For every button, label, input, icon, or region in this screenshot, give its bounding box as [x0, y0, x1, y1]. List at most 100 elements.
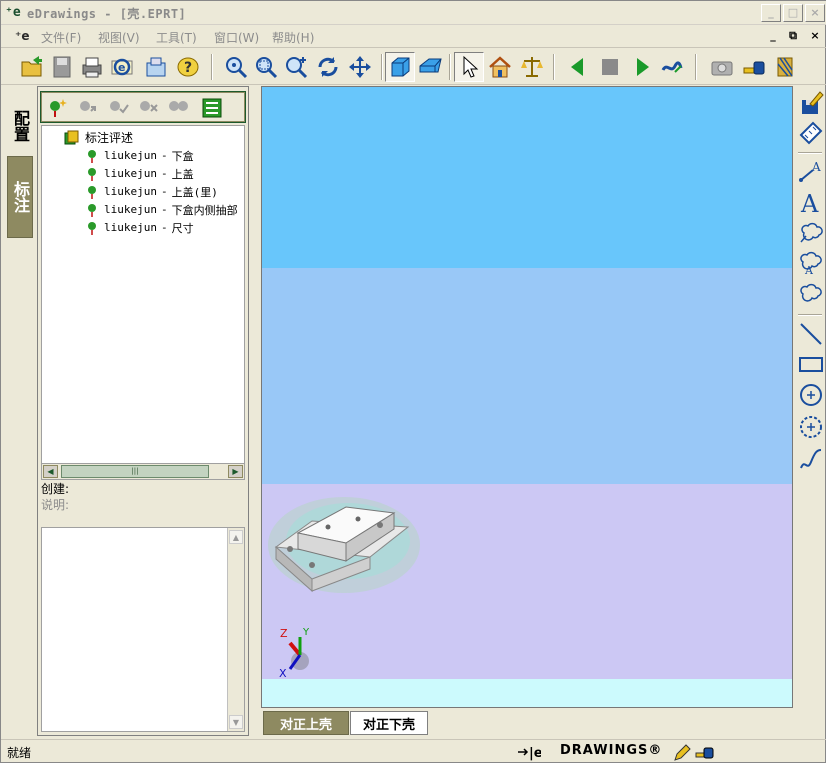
perspective-button[interactable] — [415, 52, 445, 82]
rectangle-icon — [799, 357, 823, 372]
tab-config[interactable]: 配置 — [7, 100, 33, 152]
markup-list-button[interactable] — [200, 96, 224, 120]
leader-note-button[interactable]: A — [796, 156, 826, 186]
zoom-to-area-button[interactable] — [251, 52, 281, 82]
measure-button[interactable] — [517, 52, 547, 82]
home-button[interactable] — [485, 52, 515, 82]
save-markup-button[interactable] — [796, 88, 826, 118]
reply-icon — [80, 101, 96, 112]
mdi-close-button[interactable]: × — [807, 29, 823, 44]
markup-filter-icon — [169, 101, 188, 111]
tree-item-text: 下盒 — [171, 149, 194, 163]
svg-text:e: e — [118, 61, 125, 74]
triangle-left-icon — [571, 58, 583, 76]
cloud-text-icon: A — [800, 251, 822, 275]
close-button[interactable]: × — [805, 4, 825, 22]
tree-root[interactable]: 标注评述 — [64, 129, 133, 146]
print-button[interactable] — [77, 52, 107, 82]
cloud-button[interactable] — [796, 277, 826, 307]
reject-markup-button[interactable] — [136, 96, 160, 120]
tree-item[interactable]: liukejun - 下盒内侧抽部 — [86, 201, 238, 218]
line-icon — [800, 323, 822, 345]
tab-align-lower-shell[interactable]: 对正下壳 — [350, 711, 428, 735]
shaded-box-icon — [391, 57, 410, 77]
menu-view[interactable]: 视图(V) — [98, 29, 140, 46]
mdi-minimize-button[interactable]: _ — [765, 29, 781, 44]
pan-button[interactable] — [345, 52, 375, 82]
tree-item-text: 下盒内侧抽部 — [171, 203, 238, 217]
menu-tools[interactable]: 工具(T) — [156, 29, 197, 46]
markup-notes-box[interactable]: ▲ ▼ — [41, 527, 245, 732]
markup-dimension-button[interactable] — [796, 118, 826, 148]
tree-item-text: 上盖(里) — [171, 185, 218, 199]
open-button[interactable] — [17, 52, 47, 82]
tree-item-dash: - — [160, 203, 168, 216]
scroll-right-icon[interactable]: ▶ — [228, 465, 243, 478]
markup-toolbar — [40, 91, 246, 123]
cloud-leader-button[interactable] — [796, 217, 826, 247]
reply-markup-button[interactable] — [76, 96, 100, 120]
new-markup-button[interactable] — [46, 96, 70, 120]
help-button[interactable]: ? — [173, 52, 203, 82]
document-icon[interactable]: ⁺e — [15, 29, 29, 43]
section-button[interactable] — [771, 52, 801, 82]
send-email-icon: e — [111, 58, 133, 76]
tree-item[interactable]: liukejun - 上盖 — [86, 165, 194, 182]
scroll-left-icon[interactable]: ◀ — [43, 465, 58, 478]
model-viewport[interactable]: Z Y X — [261, 86, 793, 708]
zoom-to-fit-button[interactable] — [221, 52, 251, 82]
tree-item-text: 尺寸 — [171, 221, 194, 235]
measure-tape-button[interactable] — [739, 52, 769, 82]
tree-item[interactable]: liukejun - 下盒 — [86, 147, 194, 164]
scroll-up-icon[interactable]: ▲ — [229, 530, 243, 544]
accept-markup-button[interactable] — [106, 96, 130, 120]
tab-markup[interactable]: 标注 — [7, 156, 33, 238]
markup-folder-icon — [64, 130, 79, 144]
tree-item[interactable]: liukejun - 上盖(里) — [86, 183, 218, 200]
zoom-button[interactable] — [281, 52, 311, 82]
text-icon: A — [800, 190, 819, 215]
mdi-restore-button[interactable]: ⧉ — [785, 29, 801, 44]
cloud-text-button[interactable]: A — [796, 247, 826, 277]
toolbar-separator — [553, 54, 555, 80]
save-button[interactable] — [47, 52, 77, 82]
tree-horizontal-scrollbar[interactable]: ◀ ||| ▶ — [41, 463, 245, 480]
tab-align-upper-shell[interactable]: 对正上壳 — [263, 711, 349, 735]
scroll-thumb[interactable]: ||| — [61, 465, 209, 478]
stop-button[interactable] — [595, 52, 625, 82]
3d-part-model[interactable] — [268, 485, 428, 615]
line-button[interactable] — [796, 319, 826, 349]
notes-vertical-scrollbar[interactable]: ▲ ▼ — [227, 528, 244, 731]
menu-bar: ⁺e 文件(F) 视图(V) 工具(T) 窗口(W) 帮助(H) _ ⧉ × — [1, 26, 826, 48]
cloud-leader-icon — [800, 222, 823, 243]
leader-text-icon: A — [799, 160, 821, 182]
title-bar: ⁺e eDrawings - [壳.EPRT] _ □ × — [1, 1, 826, 25]
select-button[interactable] — [454, 52, 484, 82]
text-button[interactable]: A — [796, 187, 826, 217]
maximize-button[interactable]: □ — [783, 4, 803, 22]
previous-button[interactable] — [563, 52, 593, 82]
spline-icon — [800, 449, 822, 469]
continuous-play-button[interactable] — [657, 52, 687, 82]
scroll-down-icon[interactable]: ▼ — [229, 715, 243, 729]
rotate-button[interactable] — [313, 52, 343, 82]
markup-tree: 标注评述 liukejun - 下盒 liukejun - 上盖 liukejun - 上盖(里… — [41, 125, 245, 465]
tree-item[interactable]: liukejun - 尺寸 — [86, 219, 194, 236]
shaded-view-button[interactable] — [385, 52, 415, 82]
markup-filter-button[interactable] — [166, 96, 190, 120]
play-button[interactable] — [627, 52, 657, 82]
arc-button[interactable] — [796, 412, 826, 442]
minimize-button[interactable]: _ — [761, 4, 781, 22]
menu-help[interactable]: 帮助(H) — [272, 29, 314, 46]
circle-button[interactable] — [796, 380, 826, 410]
camera-button[interactable] — [707, 52, 737, 82]
rectangle-button[interactable] — [796, 349, 826, 379]
send-button[interactable]: e — [107, 52, 137, 82]
spline-button[interactable] — [796, 444, 826, 474]
tree-root-label: 标注评述 — [85, 131, 134, 145]
axis-triad: Z Y X — [279, 627, 310, 679]
menu-file[interactable]: 文件(F) — [41, 29, 81, 46]
sheets-button[interactable] — [141, 52, 171, 82]
menu-window[interactable]: 窗口(W) — [214, 29, 259, 46]
status-bar: 就绪 |e DRAWINGS® — [1, 739, 826, 763]
